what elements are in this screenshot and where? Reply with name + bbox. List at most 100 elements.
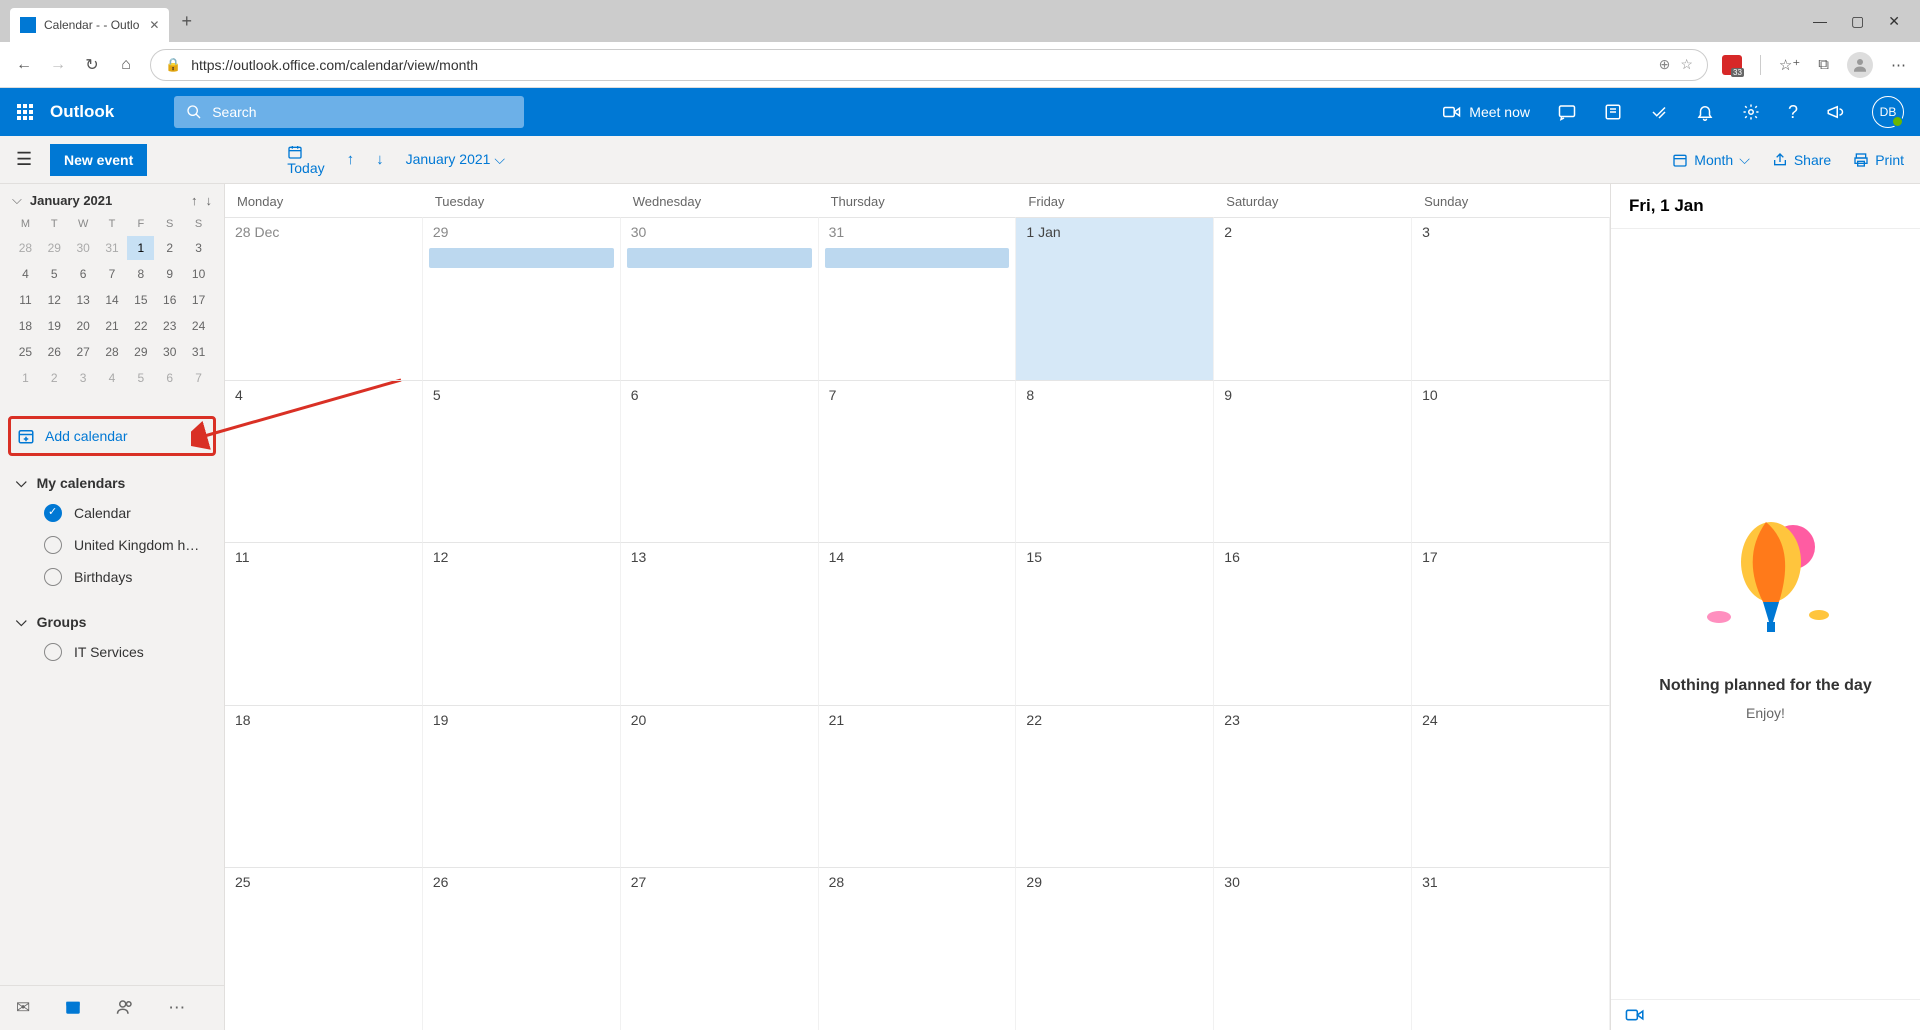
day-cell[interactable]: 30 <box>1214 867 1412 1030</box>
day-cell[interactable]: 15 <box>1016 542 1214 705</box>
browser-tab[interactable]: Calendar - - Outlo ✕ <box>10 8 169 42</box>
calendar-item[interactable]: IT Services <box>16 636 208 668</box>
brand-label[interactable]: Outlook <box>50 102 174 122</box>
favorites-icon[interactable]: ☆⁺ <box>1779 56 1800 74</box>
calendar-module-icon[interactable] <box>64 998 82 1018</box>
groups-toggle[interactable]: ⌵ Groups <box>16 613 208 630</box>
next-period-icon[interactable]: ↓ <box>376 151 384 168</box>
day-cell[interactable]: 6 <box>621 380 819 543</box>
day-cell[interactable]: 4 <box>225 380 423 543</box>
mini-day-cell[interactable]: 14 <box>99 288 126 312</box>
calendar-checkbox[interactable] <box>44 643 62 661</box>
mini-day-cell[interactable]: 4 <box>99 366 126 390</box>
search-box[interactable] <box>174 96 524 128</box>
mini-month-label[interactable]: January 2021 <box>30 193 112 208</box>
new-tab-button[interactable]: + <box>181 11 192 32</box>
people-icon[interactable] <box>116 998 134 1018</box>
mini-day-cell[interactable]: 15 <box>127 288 154 312</box>
mini-day-cell[interactable]: 7 <box>99 262 126 286</box>
day-cell[interactable]: 29 <box>423 217 621 380</box>
calendar-checkbox[interactable] <box>44 504 62 522</box>
mini-day-cell[interactable]: 5 <box>41 262 68 286</box>
day-cell[interactable]: 29 <box>1016 867 1214 1030</box>
day-cell[interactable]: 24 <box>1412 705 1610 868</box>
mini-next-icon[interactable]: ↓ <box>206 193 213 208</box>
search-input[interactable] <box>212 104 512 120</box>
day-cell[interactable]: 12 <box>423 542 621 705</box>
mini-day-cell[interactable]: 25 <box>12 340 39 364</box>
notes-icon[interactable] <box>1604 103 1622 121</box>
day-cell[interactable]: 7 <box>819 380 1017 543</box>
event-block[interactable] <box>627 248 812 268</box>
day-cell[interactable]: 5 <box>423 380 621 543</box>
minimize-icon[interactable]: ― <box>1813 13 1827 30</box>
day-cell[interactable]: 16 <box>1214 542 1412 705</box>
mini-day-cell[interactable]: 8 <box>127 262 154 286</box>
day-cell[interactable]: 11 <box>225 542 423 705</box>
mini-day-cell[interactable]: 21 <box>99 314 126 338</box>
day-cell[interactable]: 2 <box>1214 217 1412 380</box>
mini-day-cell[interactable]: 3 <box>185 236 212 260</box>
day-cell[interactable]: 21 <box>819 705 1017 868</box>
mini-day-cell[interactable]: 6 <box>156 366 183 390</box>
my-calendars-toggle[interactable]: ⌵ My calendars <box>16 474 208 491</box>
month-picker[interactable]: January 2021 ⌵ <box>406 151 505 168</box>
more-modules-icon[interactable]: ⋯ <box>168 998 185 1018</box>
day-cell[interactable]: 25 <box>225 867 423 1030</box>
mini-day-cell[interactable]: 29 <box>41 236 68 260</box>
agenda-footer[interactable] <box>1611 999 1920 1030</box>
day-cell[interactable]: 1 Jan <box>1016 217 1214 380</box>
calendar-checkbox[interactable] <box>44 536 62 554</box>
profile-avatar[interactable] <box>1847 52 1873 78</box>
new-event-button[interactable]: New event <box>50 144 147 176</box>
calendar-item[interactable]: Birthdays <box>16 561 208 593</box>
mini-day-cell[interactable]: 16 <box>156 288 183 312</box>
mini-day-cell[interactable]: 27 <box>70 340 97 364</box>
mini-day-cell[interactable]: 6 <box>70 262 97 286</box>
mini-day-cell[interactable]: 1 <box>12 366 39 390</box>
mini-day-cell[interactable]: 9 <box>156 262 183 286</box>
day-cell[interactable]: 31 <box>1412 867 1610 1030</box>
chat-icon[interactable] <box>1558 103 1576 121</box>
day-cell[interactable]: 18 <box>225 705 423 868</box>
mini-day-cell[interactable]: 2 <box>156 236 183 260</box>
mini-day-cell[interactable]: 26 <box>41 340 68 364</box>
mini-day-cell[interactable]: 18 <box>12 314 39 338</box>
mini-day-cell[interactable]: 2 <box>41 366 68 390</box>
day-cell[interactable]: 8 <box>1016 380 1214 543</box>
mini-day-cell[interactable]: 5 <box>127 366 154 390</box>
mini-day-cell[interactable]: 13 <box>70 288 97 312</box>
day-cell[interactable]: 20 <box>621 705 819 868</box>
help-icon[interactable]: ? <box>1788 102 1798 123</box>
maximize-icon[interactable]: ▢ <box>1851 13 1864 30</box>
day-cell[interactable]: 3 <box>1412 217 1610 380</box>
day-cell[interactable]: 13 <box>621 542 819 705</box>
mini-day-cell[interactable]: 3 <box>70 366 97 390</box>
day-cell[interactable]: 14 <box>819 542 1017 705</box>
close-tab-icon[interactable]: ✕ <box>149 18 159 32</box>
user-avatar[interactable]: DB <box>1872 96 1904 128</box>
day-cell[interactable]: 28 <box>819 867 1017 1030</box>
mini-day-cell[interactable]: 17 <box>185 288 212 312</box>
mini-day-cell[interactable]: 23 <box>156 314 183 338</box>
todo-icon[interactable] <box>1650 103 1668 121</box>
gear-icon[interactable] <box>1742 103 1760 121</box>
prev-period-icon[interactable]: ↑ <box>347 151 355 168</box>
calendar-item[interactable]: United Kingdom holid... <box>16 529 208 561</box>
mini-day-cell[interactable]: 31 <box>99 236 126 260</box>
day-cell[interactable]: 28 Dec <box>225 217 423 380</box>
mail-icon[interactable]: ✉ <box>16 998 30 1018</box>
refresh-icon[interactable]: ↻ <box>82 55 102 75</box>
meet-now-button[interactable]: Meet now <box>1443 104 1530 120</box>
mini-day-cell[interactable]: 28 <box>12 236 39 260</box>
day-cell[interactable]: 9 <box>1214 380 1412 543</box>
star-icon[interactable]: ☆ <box>1680 56 1693 73</box>
day-cell[interactable]: 26 <box>423 867 621 1030</box>
day-cell[interactable]: 27 <box>621 867 819 1030</box>
mini-day-cell[interactable]: 11 <box>12 288 39 312</box>
view-picker[interactable]: Month ⌵ <box>1672 151 1750 168</box>
calendar-item[interactable]: Calendar <box>16 497 208 529</box>
mini-day-cell[interactable]: 12 <box>41 288 68 312</box>
app-launcher-icon[interactable] <box>0 104 50 120</box>
mini-day-cell[interactable]: 24 <box>185 314 212 338</box>
